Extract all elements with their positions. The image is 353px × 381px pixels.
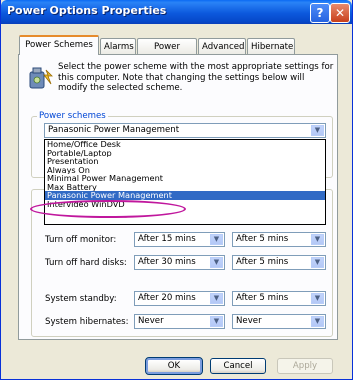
monitor-select-battery[interactable]: After 5 mins ▼ — [232, 232, 326, 247]
tab-power-schemes[interactable]: Power Schemes — [19, 35, 99, 55]
standby-select-plugged-value: After 20 mins — [138, 293, 196, 303]
system-standby-label: System standby: — [45, 294, 117, 304]
hard-disks-select-battery-value: After 5 mins — [236, 257, 289, 267]
power-scheme-icon — [29, 67, 53, 89]
apply-button[interactable]: Apply — [277, 358, 333, 374]
chevron-down-icon[interactable]: ▼ — [210, 234, 223, 245]
window-title: Power Options Properties — [7, 4, 167, 17]
list-item[interactable]: Portable/Laptop — [45, 149, 325, 158]
hard-disks-select-battery[interactable]: After 5 mins ▼ — [232, 255, 326, 270]
cancel-button[interactable]: Cancel — [210, 358, 266, 374]
monitor-select-battery-value: After 5 mins — [236, 234, 289, 244]
chevron-down-icon[interactable]: ▼ — [311, 234, 324, 245]
list-item[interactable]: Home/Office Desk — [45, 140, 325, 149]
standby-select-plugged[interactable]: After 20 mins ▼ — [134, 291, 225, 306]
list-item[interactable]: Minimal Power Management — [45, 174, 325, 183]
chevron-down-icon[interactable]: ▼ — [210, 257, 223, 268]
turn-off-monitor-label: Turn off monitor: — [45, 235, 117, 245]
standby-select-battery[interactable]: After 5 mins ▼ — [232, 291, 326, 306]
power-schemes-group-label: Power schemes — [37, 111, 108, 121]
list-item[interactable]: Always On — [45, 166, 325, 175]
chevron-down-icon[interactable]: ▼ — [311, 316, 324, 327]
standby-select-battery-value: After 5 mins — [236, 293, 289, 303]
scheme-description: Select the power scheme with the most ap… — [58, 62, 334, 93]
list-item-selected[interactable]: Panasonic Power Management — [45, 191, 325, 200]
hibernate-select-battery[interactable]: Never ▼ — [232, 314, 326, 329]
tab-hibernate[interactable]: Hibernate — [247, 38, 295, 54]
system-hibernates-label: System hibernates: — [45, 317, 129, 327]
hibernate-select-plugged[interactable]: Never ▼ — [134, 314, 225, 329]
monitor-select-plugged-value: After 15 mins — [138, 234, 196, 244]
help-button[interactable]: ? — [310, 3, 330, 23]
tab-advanced[interactable]: Advanced — [198, 38, 246, 54]
hibernate-select-battery-value: Never — [236, 316, 262, 326]
hard-disks-select-plugged-value: After 30 mins — [138, 257, 196, 267]
list-item[interactable]: Presentation — [45, 157, 325, 166]
hibernate-select-plugged-value: Never — [138, 316, 164, 326]
chevron-down-icon[interactable]: ▼ — [311, 125, 324, 136]
ok-button[interactable]: OK — [145, 357, 203, 375]
turn-off-hard-disks-label: Turn off hard disks: — [45, 258, 127, 268]
chevron-down-icon[interactable]: ▼ — [311, 293, 324, 304]
chevron-down-icon[interactable]: ▼ — [210, 293, 223, 304]
power-scheme-selected-value: Panasonic Power Management — [48, 125, 180, 135]
hard-disks-select-plugged[interactable]: After 30 mins ▼ — [134, 255, 225, 270]
monitor-select-plugged[interactable]: After 15 mins ▼ — [134, 232, 225, 247]
tab-alarms[interactable]: Alarms — [100, 38, 136, 54]
chevron-down-icon[interactable]: ▼ — [311, 257, 324, 268]
chevron-down-icon[interactable]: ▼ — [210, 316, 223, 327]
title-bar[interactable]: Power Options Properties ? ✕ — [1, 0, 352, 24]
power-scheme-select[interactable]: Panasonic Power Management ▼ — [44, 123, 326, 138]
list-item[interactable]: Max Battery — [45, 183, 325, 192]
close-button[interactable]: ✕ — [330, 3, 350, 23]
highlight-annotation-ellipse — [30, 200, 186, 218]
tab-power-meter[interactable]: Power Meter — [137, 38, 197, 68]
